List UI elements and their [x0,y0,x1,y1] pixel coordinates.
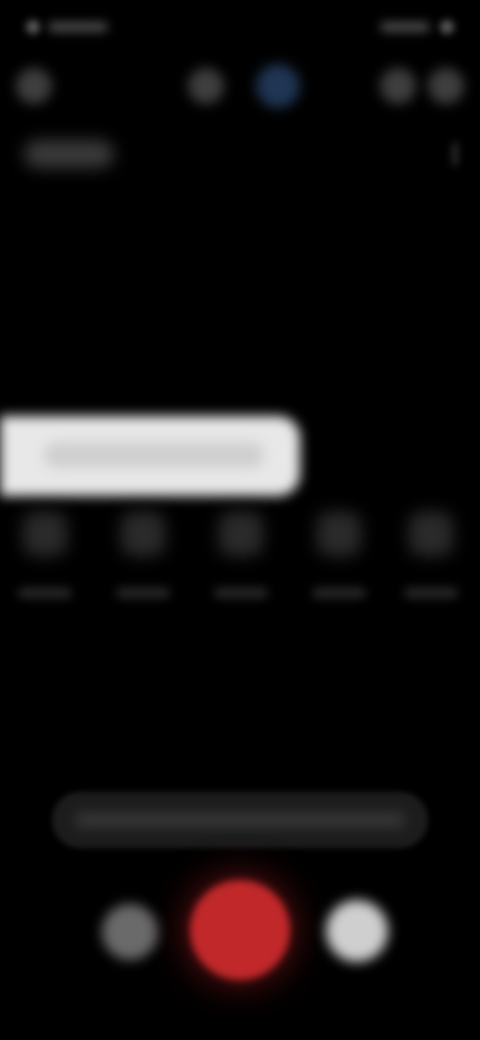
mode-item[interactable] [112,512,174,622]
zoom-track [75,813,405,827]
mode-label [312,588,366,598]
mode-item[interactable] [210,512,272,622]
mode-item[interactable] [14,512,76,622]
status-bar-left [26,14,126,40]
clock-icon [48,22,108,32]
hdr-icon[interactable] [256,64,300,108]
mode-icon [409,512,453,556]
more-icon[interactable] [452,142,458,166]
top-controls [0,50,480,120]
record-button[interactable] [190,880,290,980]
aspect-ratio-icon[interactable] [428,68,464,104]
mode-icon [121,512,165,556]
mode-icon [219,512,263,556]
battery-icon [440,20,454,34]
flash-icon[interactable] [188,68,224,104]
mode-label [116,588,170,598]
info-icon[interactable] [24,140,114,168]
mode-label [18,588,72,598]
mode-item[interactable] [400,512,462,622]
timer-icon[interactable] [380,68,416,104]
camera-switch-icon[interactable] [326,900,388,962]
signal-icon [380,22,430,32]
status-bar-right [344,14,454,40]
mode-label [214,588,268,598]
mode-icon [23,512,67,556]
mode-item[interactable] [308,512,370,622]
mode-label [404,588,458,598]
status-dot-icon [26,20,40,34]
settings-icon[interactable] [16,68,52,104]
banner-icon [44,442,264,468]
info-row [16,130,464,178]
zoom-slider[interactable] [52,792,428,848]
gallery-thumbnail-icon[interactable] [102,904,158,960]
mode-icon [317,512,361,556]
